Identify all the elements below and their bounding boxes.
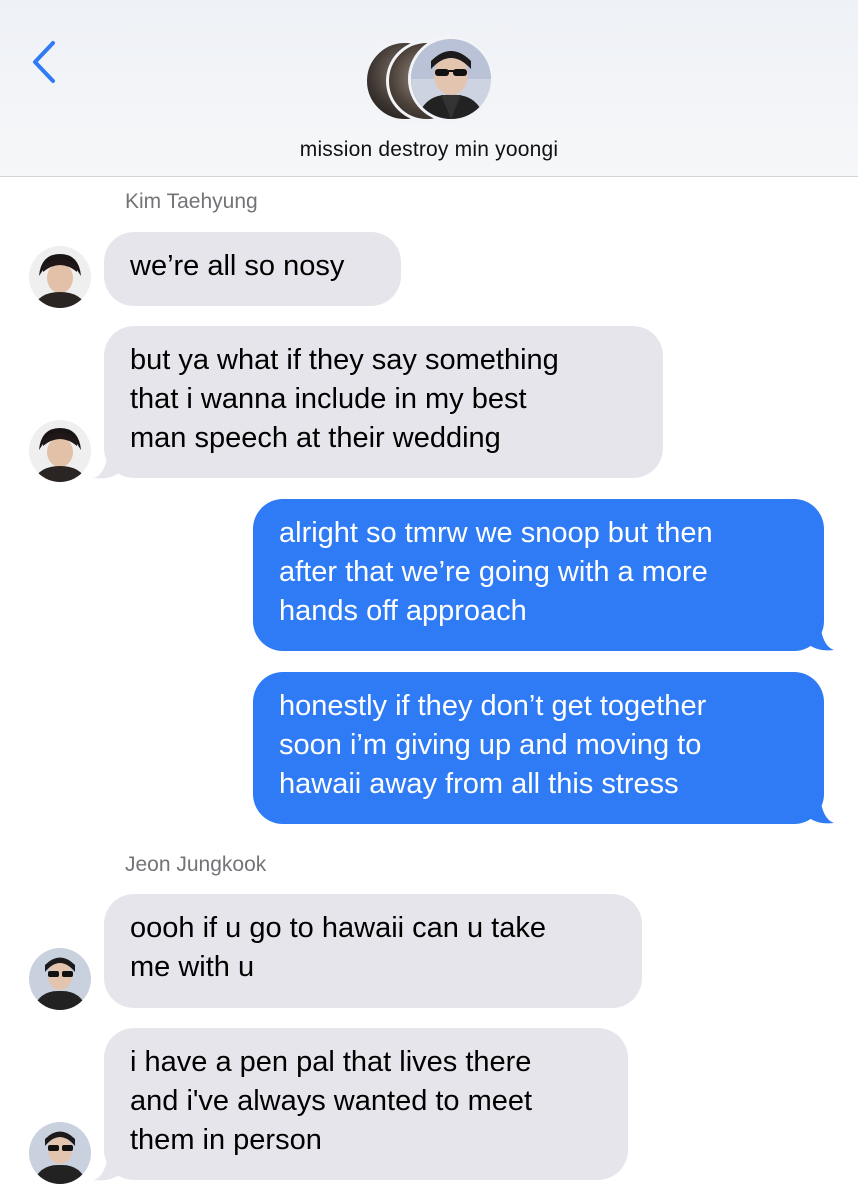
sender-name: Jeon Jungkook (125, 853, 267, 876)
message-bubble-outgoing[interactable]: honestly if they don’t get together soon… (253, 672, 824, 824)
bubble-tail (808, 795, 834, 824)
message-text-line: honestly if they don’t get together (279, 690, 707, 722)
message-bubble-incoming[interactable]: oooh if u go to hawaii can u take me wit… (104, 894, 642, 1008)
message-text-line: after that we’re going with a more (279, 556, 708, 588)
message-text-line: them in person (130, 1124, 322, 1156)
bubble-tail (94, 1152, 120, 1181)
message-bubble-outgoing[interactable]: alright so tmrw we snoop but then after … (253, 499, 824, 651)
chevron-left-icon (33, 41, 55, 83)
conversation-header: mission destroy min yoongi (0, 0, 858, 177)
sender-name: Kim Taehyung (125, 190, 258, 213)
jungkook-avatar[interactable] (29, 948, 91, 1010)
message-text-line: that i wanna include in my best (130, 383, 527, 415)
message-text-line: we’re all so nosy (130, 250, 345, 282)
message-text-line: hawaii away from all this stress (279, 768, 679, 800)
message-text-line: man speech at their wedding (130, 422, 501, 454)
taehyung-avatar[interactable] (29, 420, 91, 482)
message-text-line: hands off approach (279, 595, 527, 627)
message-bubble-incoming[interactable]: i have a pen pal that lives there and i'… (104, 1028, 628, 1180)
message-text-line: but ya what if they say something (130, 344, 559, 376)
jungkook-avatar[interactable] (29, 1122, 91, 1184)
message-text-line: me with u (130, 951, 255, 983)
bubble-tail (808, 622, 834, 651)
bubble-tail (94, 450, 120, 479)
back-button[interactable] (24, 38, 64, 86)
message-bubble-incoming[interactable]: but ya what if they say something that i… (104, 326, 663, 478)
message-text-line: oooh if u go to hawaii can u take (130, 912, 546, 944)
group-avatar[interactable] (364, 36, 494, 124)
message-text-line: and i've always wanted to meet (130, 1085, 533, 1117)
message-text-line: i have a pen pal that lives there (130, 1046, 532, 1078)
message-text-line: alright so tmrw we snoop but then (279, 517, 713, 549)
message-text-line: soon i’m giving up and moving to (279, 729, 702, 761)
message-bubble-incoming[interactable]: we’re all so nosy (104, 232, 401, 306)
group-name[interactable]: mission destroy min yoongi (0, 138, 858, 162)
taehyung-avatar[interactable] (29, 246, 91, 308)
member-avatar (408, 36, 494, 122)
